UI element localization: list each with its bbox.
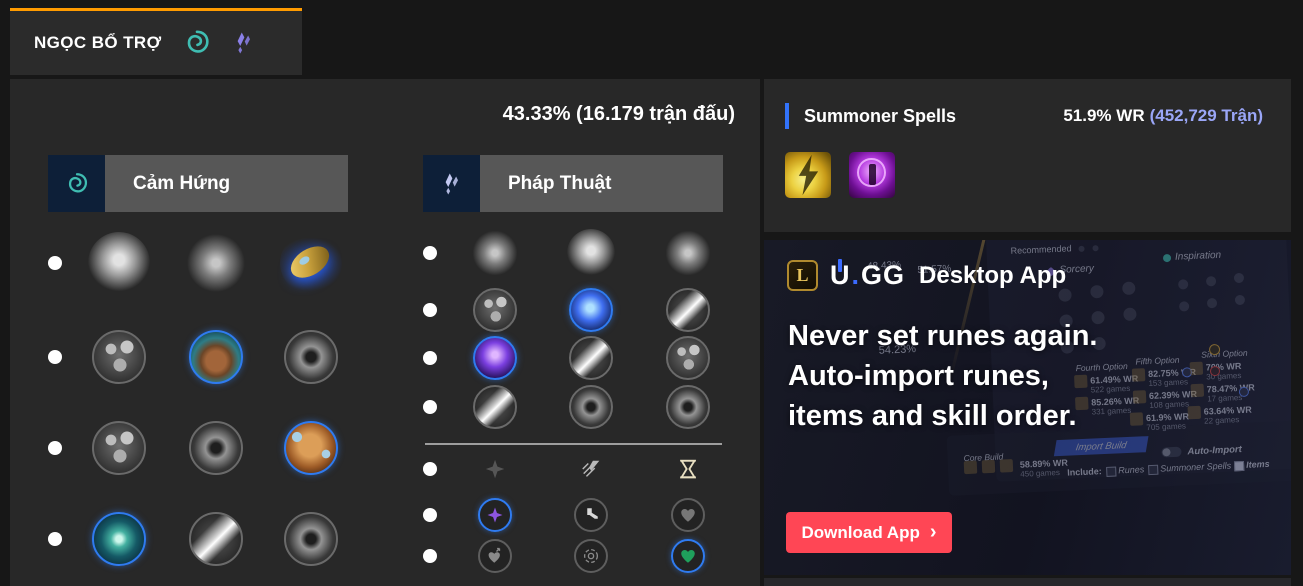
ugg-logo: U. GG (830, 260, 906, 290)
ad-bg-rune-dot (999, 459, 1014, 473)
summoner-spells-header: Summoner Spells 51.9% WR (452,729 Trận) (785, 103, 1263, 129)
ad-bg-rune-dot (981, 459, 996, 474)
league-of-legends-logo: L (787, 260, 818, 291)
ugg-desktop-app-ad[interactable]: Recommended Sorcery Inspiration 48.43% 5… (764, 240, 1291, 575)
ad-bg-text: 153 games (1148, 377, 1189, 389)
summoner-spells-title: Summoner Spells (804, 105, 957, 126)
tenacity-slow-resist-shard-icon (574, 539, 608, 573)
ability-haste-shard-icon (676, 457, 700, 481)
ad-bg-auto-import-toggle (1161, 446, 1182, 458)
teleport-figure (868, 163, 876, 186)
health-shard-icon (671, 539, 705, 573)
ad-bg-checkbox (1233, 460, 1245, 472)
ad-bg-text: Sixth Option (1201, 347, 1248, 360)
ad-bg-text: 22 games (1203, 415, 1240, 426)
ad-bg-rune-dot (1132, 390, 1147, 404)
ad-bg-text: Fifth Option (1135, 354, 1180, 367)
runes-page: NGỌC BỔ TRỢ 43.33% (16.179 trận đấu) Cảm… (0, 0, 1303, 586)
ad-bg-rune-dot (1189, 361, 1204, 376)
ad-bg-rune-dot (1190, 383, 1205, 398)
ad-bg-text: 17 games (1207, 392, 1243, 404)
ad-logo-row: L U. GG Desktop App (787, 260, 1066, 291)
health-scaling-shard-icon (478, 539, 512, 573)
inspiration-icon (182, 28, 212, 58)
teleport-spell-icon (849, 152, 895, 198)
section-accent-bar (785, 103, 789, 129)
ad-bg-rune-dot (1187, 405, 1202, 420)
summoner-spells-stats: 51.9% WR (452,729 Trận) (1063, 106, 1263, 126)
ad-bg-text: Runes (1118, 464, 1145, 476)
ad-bg-text: Inspiration (1174, 249, 1222, 263)
tab-ngoc-bo-tro[interactable]: NGỌC BỔ TRỢ (10, 8, 302, 75)
ad-bg-checkbox (1106, 466, 1117, 477)
ad-bg-text: Auto-Import (1187, 444, 1243, 458)
flash-spell-icon (785, 152, 831, 198)
desktop-app-label: Desktop App (919, 261, 1067, 289)
runes-panel: 43.33% (16.179 trận đấu) Cảm Hứng Pháp T… (10, 79, 760, 586)
ad-bg-text: Include: (1067, 466, 1102, 478)
attack-speed-shard-icon (579, 457, 603, 481)
chevron-right-icon: › (929, 520, 937, 543)
ad-bg-rune-dot (1131, 368, 1146, 382)
shard-row-bullet (423, 508, 437, 522)
next-section-edge (764, 578, 1291, 586)
ad-bg-text: 450 games (1020, 467, 1061, 479)
sorcery-icon (232, 31, 256, 55)
ad-bg-rune-dot (963, 460, 978, 475)
summoner-spells-panel: Summoner Spells 51.9% WR (452,729 Trận) (764, 79, 1291, 232)
stat-shards (10, 79, 760, 586)
adaptive-force-shard-icon (483, 457, 507, 481)
ad-bg-text: 705 games (1146, 421, 1187, 433)
adaptive-force-shard-icon (478, 498, 512, 532)
ad-bg-text: 108 games (1149, 399, 1190, 411)
summoner-spells-winrate: 51.9% WR (1063, 106, 1145, 125)
summoner-spells-matches: (452,729 Trận) (1149, 106, 1263, 125)
ad-bg-rune-dot (1129, 412, 1144, 426)
flash-bolt (798, 154, 819, 196)
ad-bg-text: Items (1245, 458, 1270, 470)
health-scaling-shard-icon (671, 498, 705, 532)
download-app-button[interactable]: Download App › (786, 512, 952, 553)
ad-headline: Never set runes again. Auto-import runes… (788, 320, 1098, 432)
shard-row-bullet (423, 549, 437, 563)
movement-speed-shard-icon (574, 498, 608, 532)
shard-row-bullet (423, 462, 437, 476)
tab-label: NGỌC BỔ TRỢ (34, 33, 162, 52)
ad-bg-checkbox (1148, 464, 1159, 476)
